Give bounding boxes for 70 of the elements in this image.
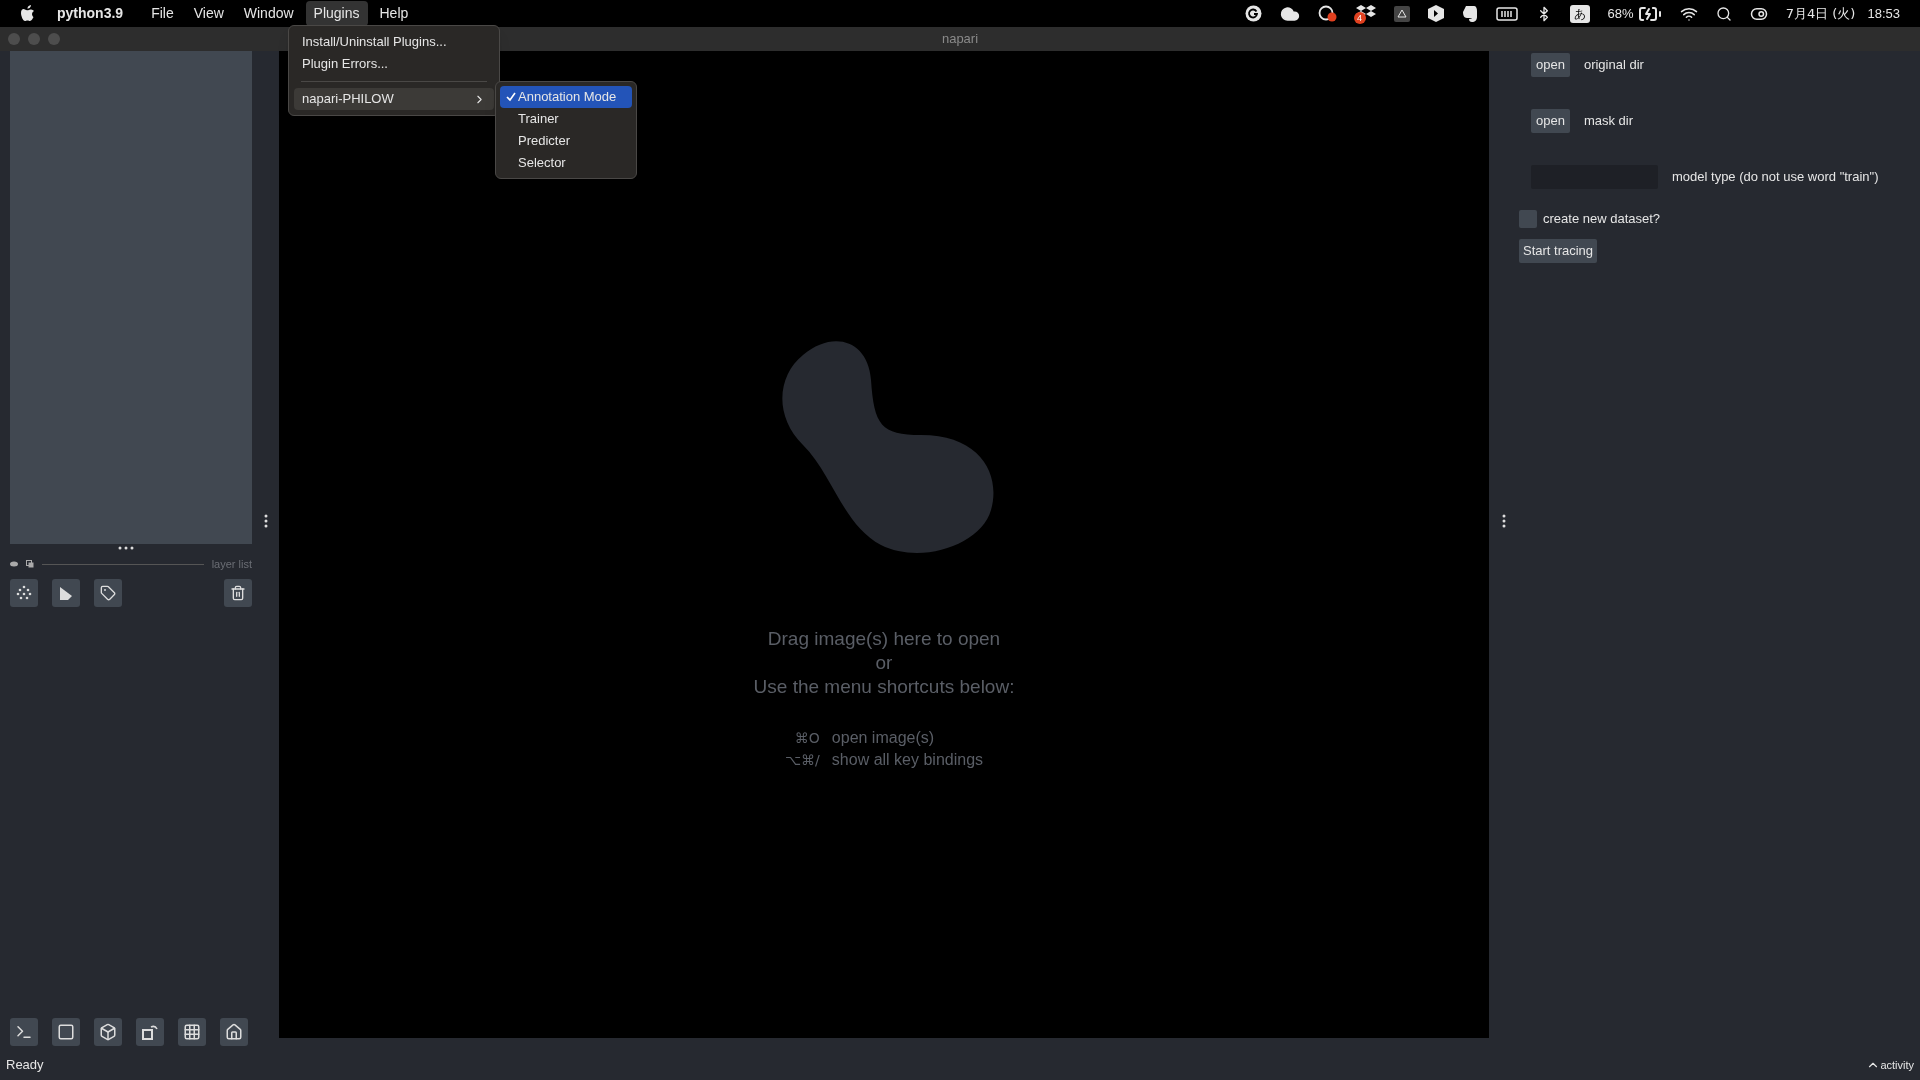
open-button[interactable]: open <box>1531 53 1570 77</box>
transpose-button[interactable] <box>136 1018 164 1046</box>
eye-icon[interactable] <box>10 561 18 568</box>
layers-icon[interactable] <box>26 560 34 569</box>
drag-handle-icon[interactable] <box>118 546 134 550</box>
apple-logo-icon[interactable] <box>20 5 35 22</box>
field-label: original dir <box>1583 56 1644 75</box>
shortcut-action: open image(s) <box>831 728 936 748</box>
console-button[interactable] <box>10 1018 38 1046</box>
search-icon <box>1715 5 1732 22</box>
tag-icon <box>100 584 116 601</box>
trash-icon <box>230 584 246 601</box>
new-labels-layer-button[interactable] <box>94 578 122 607</box>
delete-layer-button[interactable] <box>224 578 252 607</box>
home-button[interactable] <box>220 1018 248 1046</box>
submenu-entry[interactable]: Predicter <box>500 130 632 152</box>
battery-percentage: 68% <box>1607 4 1634 23</box>
window-title: napari <box>941 30 979 49</box>
new-points-layer-button[interactable] <box>10 578 38 607</box>
menu-entry[interactable]: Install/Uninstall Plugins... <box>294 31 494 53</box>
menu-entry[interactable]: napari-PHILOW <box>294 88 494 110</box>
polygon-icon <box>58 584 74 601</box>
dock-handle-icon[interactable] <box>263 513 268 528</box>
submenu-entry[interactable]: Selector <box>500 152 632 174</box>
input-method-indicator[interactable]: あ <box>1569 4 1590 23</box>
menu-item[interactable]: File <box>143 1 182 26</box>
square-icon <box>57 1023 75 1041</box>
memory-icon[interactable] <box>1495 6 1518 21</box>
points-icon <box>16 584 32 601</box>
g-icon[interactable] <box>1244 5 1262 22</box>
layer-list-label: layer list <box>211 557 252 572</box>
start-tracing-button[interactable]: Start tracing <box>1519 238 1598 263</box>
menu-entry[interactable]: Plugin Errors... <box>294 53 494 75</box>
app-name[interactable]: python3.9 <box>57 3 124 24</box>
welcome-text: Use the menu shortcuts below: <box>753 675 1015 699</box>
menu-bar-time[interactable]: 18:53 <box>1867 3 1900 24</box>
activity-button[interactable]: activity <box>1866 1056 1914 1074</box>
ndisplay-button[interactable] <box>52 1018 80 1046</box>
checkbox[interactable] <box>1519 209 1537 228</box>
field-label: model type (do not use word "train") <box>1672 168 1879 187</box>
status-message: Ready <box>6 1056 44 1075</box>
open-button[interactable]: open <box>1531 109 1570 133</box>
notification-badge: 4 <box>1353 11 1366 24</box>
drive-icon[interactable] <box>1393 5 1410 22</box>
sync-icon[interactable] <box>1317 4 1338 23</box>
hexagon-icon[interactable] <box>1427 5 1444 22</box>
terminal-icon <box>15 1023 33 1041</box>
field-label: mask dir <box>1583 112 1634 131</box>
submenu-entry[interactable]: Trainer <box>500 108 632 130</box>
cube-icon <box>99 1023 117 1041</box>
welcome-text: Drag image(s) here to open <box>767 627 1001 651</box>
shortcut-action: show all key bindings <box>831 750 984 770</box>
grid-button[interactable] <box>178 1018 206 1046</box>
menu-item[interactable]: Plugins <box>305 1 368 26</box>
home-icon <box>225 1023 243 1041</box>
dock-handle-icon[interactable] <box>1502 513 1506 528</box>
menu-item[interactable]: Window <box>235 1 302 26</box>
welcome-text: or <box>875 651 893 675</box>
menu-item[interactable]: Help <box>371 1 417 26</box>
shortcut-keys: ⌘O <box>784 727 820 749</box>
new-shapes-layer-button[interactable] <box>52 578 80 607</box>
menu-bar-date[interactable]: 7月4日 (火) <box>1785 3 1856 24</box>
checkbox-label: create new dataset? <box>1543 210 1661 228</box>
roll-dims-button[interactable] <box>94 1018 122 1046</box>
checkmark-icon <box>505 92 516 102</box>
shortcut-keys: ⌥⌘/ <box>784 749 820 771</box>
menu-item[interactable]: View <box>185 1 232 26</box>
submenu-entry[interactable]: Annotation Mode <box>500 86 632 108</box>
rotate-square-icon <box>141 1023 159 1041</box>
grid-icon <box>183 1023 201 1041</box>
